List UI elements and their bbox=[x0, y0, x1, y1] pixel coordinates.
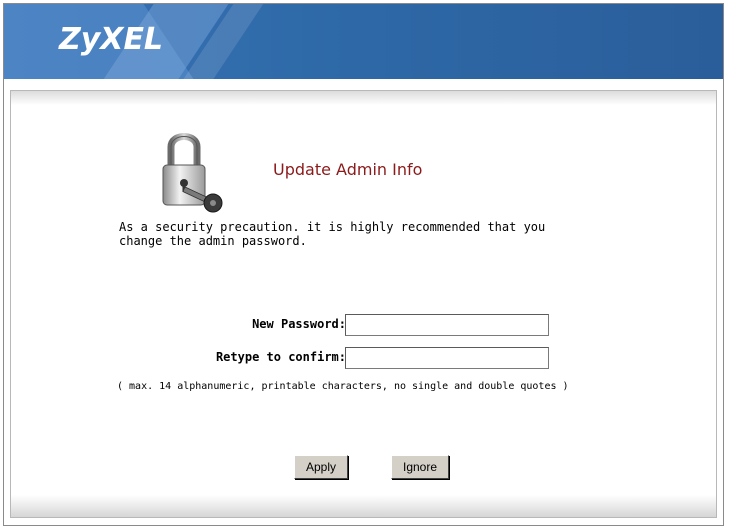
header-banner: ZyXEL bbox=[4, 4, 723, 79]
ignore-button[interactable]: Ignore bbox=[391, 455, 449, 479]
new-password-label: New Password: bbox=[252, 317, 346, 331]
page-title: Update Admin Info bbox=[273, 160, 423, 179]
admin-window: ZyXEL Update Admin Info As a security pr… bbox=[3, 3, 724, 526]
retype-password-label: Retype to confirm: bbox=[215, 350, 346, 364]
bottom-fade bbox=[11, 495, 716, 517]
new-password-row: New Password: bbox=[11, 314, 716, 336]
top-fade bbox=[11, 91, 716, 105]
message-line-1: As a security precaution. it is highly r… bbox=[119, 220, 546, 234]
lock-key-icon bbox=[162, 133, 223, 213]
retype-password-input[interactable] bbox=[345, 347, 549, 369]
zyxel-logo: ZyXEL bbox=[59, 22, 164, 57]
apply-button[interactable]: Apply bbox=[294, 455, 348, 479]
password-hint: ( max. 14 alphanumeric, printable charac… bbox=[117, 381, 569, 392]
new-password-input[interactable] bbox=[345, 314, 549, 336]
security-message: As a security precaution. it is highly r… bbox=[119, 220, 599, 248]
retype-password-row: Retype to confirm: bbox=[11, 347, 716, 369]
message-line-2: change the admin password. bbox=[119, 234, 307, 248]
content-frame: Update Admin Info As a security precauti… bbox=[10, 90, 717, 518]
